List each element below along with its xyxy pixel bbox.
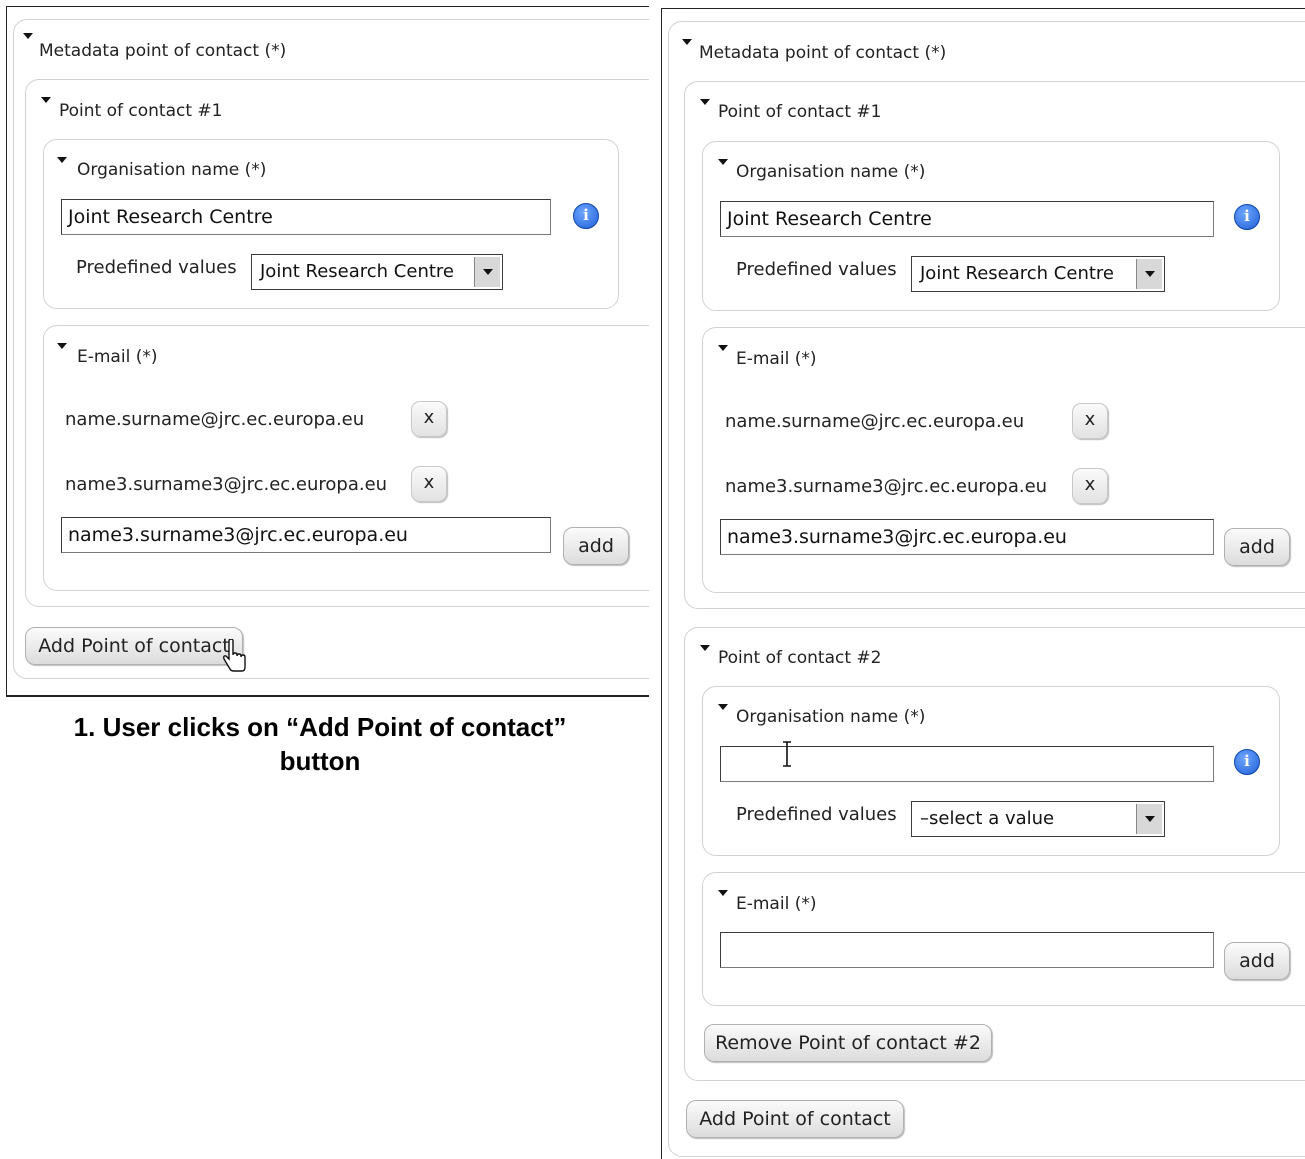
organisation-name-legend: Organisation name (*) [736, 162, 926, 182]
email-input[interactable]: name3.surname3@jrc.ec.europa.eu [720, 519, 1214, 555]
add-email-button[interactable]: add [1224, 528, 1290, 566]
collapse-triangle-icon[interactable] [718, 890, 728, 896]
email-legend: E-mail (*) [736, 894, 817, 914]
section-title: Metadata point of contact (*) [699, 43, 947, 63]
predefined-values-label: Predefined values [76, 257, 237, 278]
add-point-of-contact-button[interactable]: Add Point of contact [25, 627, 243, 665]
contact-title: Point of contact #1 [718, 102, 882, 122]
contact-title: Point of contact #2 [718, 648, 882, 668]
collapse-triangle-icon[interactable] [57, 343, 67, 349]
predefined-values-selected: Joint Research Centre [260, 261, 454, 282]
text-cursor-icon [783, 741, 791, 767]
organisation-name-input[interactable] [720, 746, 1214, 782]
email-legend: E-mail (*) [77, 347, 158, 367]
remove-email-button[interactable]: x [411, 466, 447, 502]
email-entry: name.surname@jrc.ec.europa.eu [65, 409, 365, 430]
remove-email-button[interactable]: x [1072, 403, 1108, 439]
predefined-values-selected: Joint Research Centre [920, 263, 1114, 284]
dropdown-arrow-icon[interactable] [1136, 804, 1162, 834]
predefined-values-label: Predefined values [736, 804, 897, 825]
email-entry: name3.surname3@jrc.ec.europa.eu [725, 476, 1048, 497]
email-legend: E-mail (*) [736, 349, 817, 369]
dropdown-arrow-icon[interactable] [474, 257, 500, 287]
hand-pointer-icon [223, 639, 246, 672]
predefined-values-select[interactable]: Joint Research Centre [911, 256, 1165, 292]
predefined-values-select[interactable]: –select a value [911, 801, 1165, 837]
collapse-triangle-icon[interactable] [57, 157, 67, 163]
email-input[interactable] [720, 932, 1214, 968]
predefined-values-selected: –select a value [920, 808, 1055, 829]
collapse-triangle-icon[interactable] [700, 99, 710, 105]
contact-title: Point of contact #1 [59, 101, 223, 121]
step1-caption: 1. User clicks on “Add Point of contact”… [30, 710, 610, 778]
dropdown-arrow-icon[interactable] [1136, 259, 1162, 289]
organisation-name-input[interactable]: Joint Research Centre [61, 199, 551, 235]
collapse-triangle-icon[interactable] [41, 97, 51, 103]
email-entry: name.surname@jrc.ec.europa.eu [725, 411, 1025, 432]
collapse-triangle-icon[interactable] [682, 39, 692, 45]
remove-email-button[interactable]: x [1072, 468, 1108, 504]
email-input[interactable]: name3.surname3@jrc.ec.europa.eu [61, 517, 551, 553]
add-email-button[interactable]: add [563, 527, 629, 565]
organisation-name-legend: Organisation name (*) [736, 707, 926, 727]
remove-point-of-contact-button[interactable]: Remove Point of contact #2 [704, 1024, 992, 1062]
predefined-values-label: Predefined values [736, 259, 897, 280]
email-entry: name3.surname3@jrc.ec.europa.eu [65, 474, 388, 495]
remove-email-button[interactable]: x [411, 401, 447, 437]
step1-panel: Metadata point of contact (*) Point of c… [6, 6, 649, 697]
predefined-values-select[interactable]: Joint Research Centre [251, 254, 503, 290]
info-icon[interactable]: i [573, 203, 599, 229]
collapse-triangle-icon[interactable] [700, 645, 710, 651]
organisation-name-legend: Organisation name (*) [77, 160, 267, 180]
collapse-triangle-icon[interactable] [718, 704, 728, 710]
step2-panel: Metadata point of contact (*) Point of c… [661, 8, 1305, 1159]
info-icon[interactable]: i [1234, 749, 1260, 775]
section-title: Metadata point of contact (*) [39, 41, 287, 61]
collapse-triangle-icon[interactable] [718, 159, 728, 165]
collapse-triangle-icon[interactable] [23, 33, 33, 39]
info-icon[interactable]: i [1234, 204, 1260, 230]
add-point-of-contact-button[interactable]: Add Point of contact [686, 1100, 904, 1138]
organisation-name-input[interactable]: Joint Research Centre [720, 201, 1214, 237]
add-email-button[interactable]: add [1224, 942, 1290, 980]
caption-line-2: button [279, 746, 361, 776]
caption-line-1: 1. User clicks on “Add Point of contact” [73, 712, 567, 742]
collapse-triangle-icon[interactable] [718, 345, 728, 351]
